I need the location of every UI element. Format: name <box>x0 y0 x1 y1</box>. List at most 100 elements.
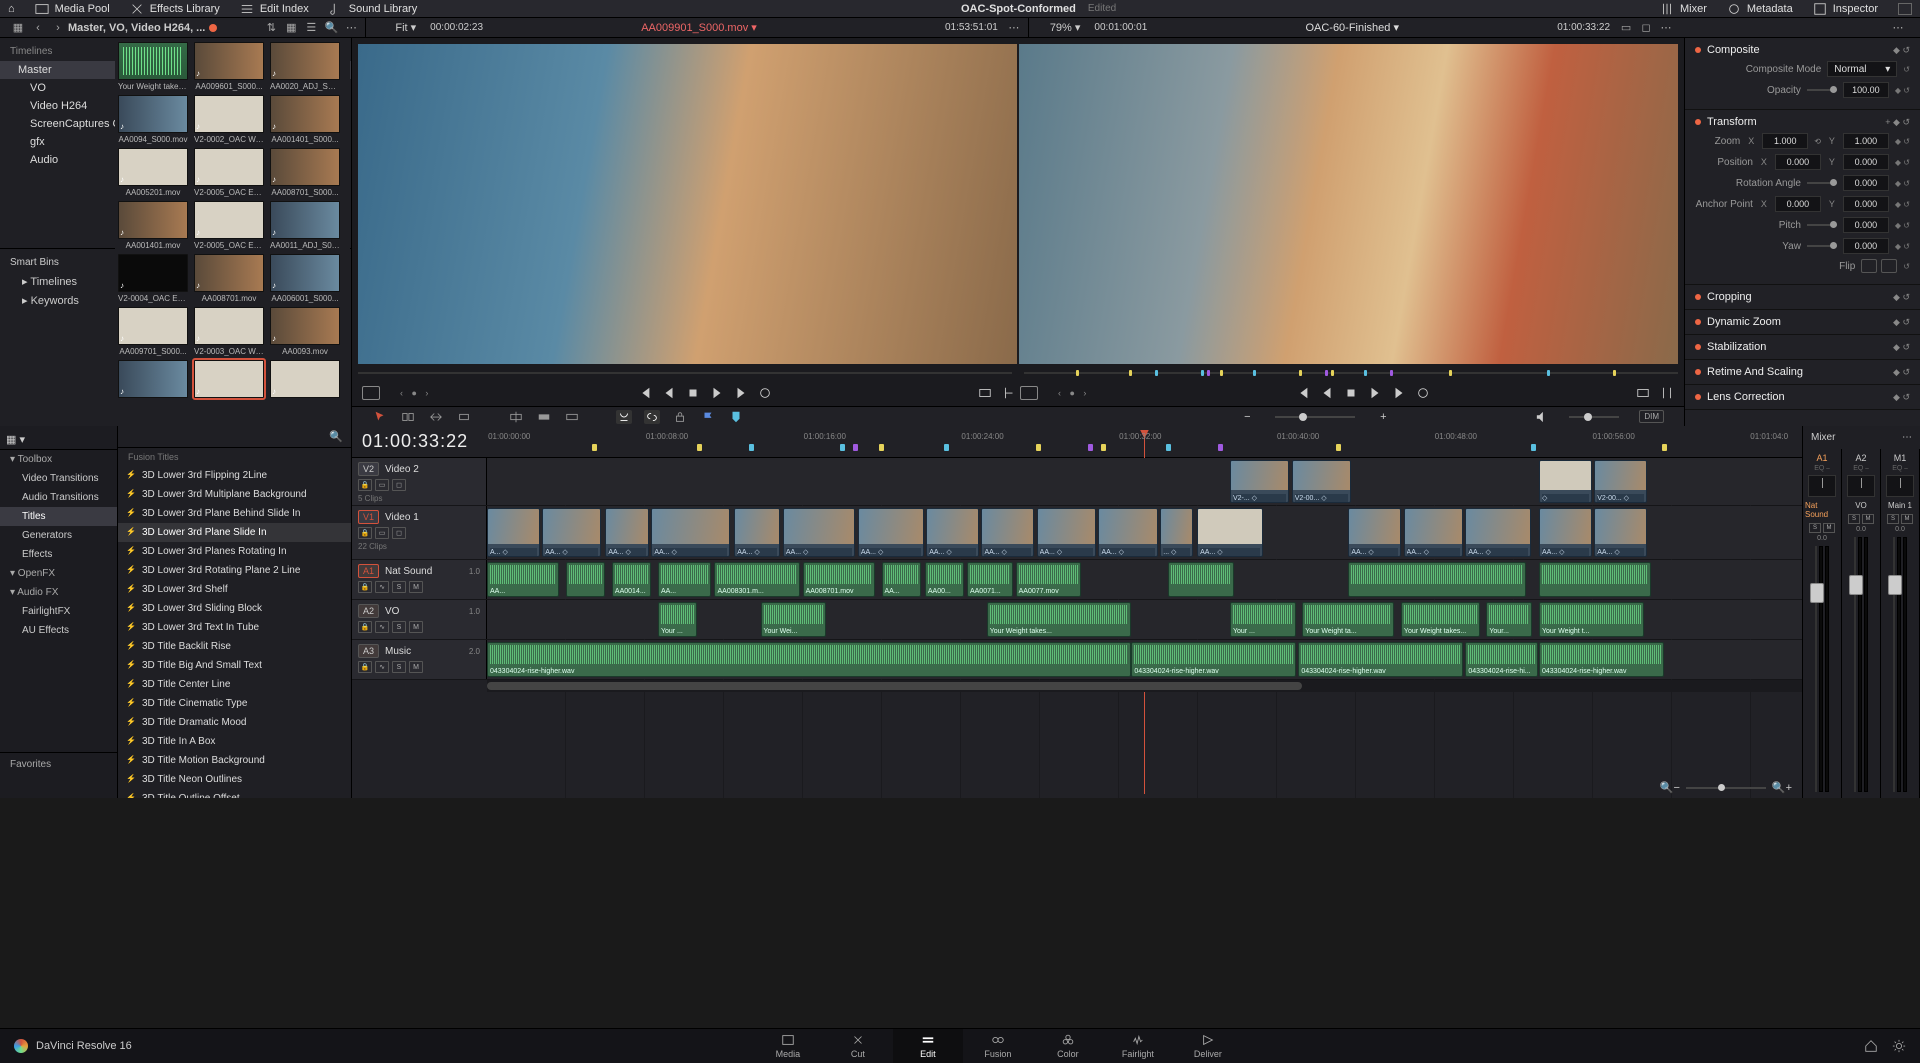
options-icon[interactable]: ⋯ <box>343 20 359 36</box>
mixer-channel[interactable]: A2EQ ⎯VOSM0.0 <box>1842 449 1881 798</box>
fx-group[interactable]: ▾ Toolbox <box>0 450 117 469</box>
video-clip[interactable]: AA... ◇ <box>926 508 979 557</box>
audio-clip[interactable]: Your Weight ta... <box>1302 602 1394 637</box>
media-thumb[interactable]: ♪V2-0002_OAC We... <box>193 95 265 144</box>
inspector-options-icon[interactable]: ⋯ <box>1890 20 1906 36</box>
a3-lock[interactable]: 🔒 <box>358 661 372 673</box>
mixer-channel[interactable]: A1EQ ⎯Nat SoundSM0.0 <box>1803 449 1842 798</box>
nav-fwd-icon[interactable]: › <box>50 20 66 36</box>
fx-title-item[interactable]: 3D Title Motion Background <box>118 751 351 770</box>
tab-inspector[interactable]: Inspector <box>1813 2 1878 16</box>
solo-button[interactable]: S <box>1848 514 1860 524</box>
fx-title-item[interactable]: 3D Lower 3rd Planes Rotating In <box>118 542 351 561</box>
rot-v[interactable]: 0.000 <box>1843 175 1889 191</box>
media-thumb[interactable]: ♪AA0093.mov <box>269 307 341 356</box>
settings-gear-icon[interactable] <box>1892 1039 1906 1053</box>
fx-title-item[interactable]: 3D Lower 3rd Flipping 2Line <box>118 466 351 485</box>
fx-title-item[interactable]: 3D Lower 3rd Text In Tube <box>118 618 351 637</box>
fx-group[interactable]: ▾ OpenFX <box>0 564 117 583</box>
dim-button[interactable]: DIM <box>1639 410 1664 423</box>
fader[interactable] <box>1815 546 1817 792</box>
src-mark-in-icon[interactable] <box>1002 386 1016 400</box>
video-clip[interactable]: AA... ◇ <box>605 508 648 557</box>
insp-section[interactable]: Lens Correction◆ ↺ <box>1695 391 1910 403</box>
timeline-marker[interactable] <box>1101 444 1106 451</box>
media-thumb[interactable]: ♪ <box>193 360 265 400</box>
timeline-marker[interactable] <box>1662 444 1667 451</box>
video-clip[interactable]: AA... ◇ <box>783 508 855 557</box>
video-clip[interactable]: AA... ◇ <box>1465 508 1531 557</box>
timeline-marker[interactable] <box>879 444 884 451</box>
fx-category[interactable]: Titles <box>0 507 117 526</box>
arrow-tool-icon[interactable] <box>372 410 388 424</box>
timeline-scrollbar[interactable] <box>487 682 1302 690</box>
tl-zoom-out[interactable]: 🔍− <box>1660 781 1680 794</box>
vol-slider[interactable] <box>1569 416 1619 418</box>
page-cut[interactable]: Cut <box>823 1029 893 1063</box>
blade-tool-icon[interactable] <box>456 410 472 424</box>
anchor-x[interactable]: 0.000 <box>1775 196 1821 212</box>
audio-clip[interactable]: Your Weight takes... <box>987 602 1132 637</box>
tab-effects-library[interactable]: Effects Library <box>130 2 220 16</box>
list-view-icon[interactable]: ☰ <box>303 20 319 36</box>
src-play-icon[interactable] <box>710 386 724 400</box>
audio-clip[interactable]: AA0071... <box>967 562 1013 597</box>
media-thumb[interactable]: ♪ <box>117 360 189 400</box>
trim-tool-icon[interactable] <box>400 410 416 424</box>
timeline-timecode[interactable]: 01:00:33:22 <box>362 431 468 452</box>
v2-lock[interactable]: 🔒 <box>358 479 372 491</box>
media-thumb[interactable]: ♪V2-0005_OAC End ... <box>193 148 265 197</box>
video-clip[interactable]: AA... ◇ <box>1404 508 1463 557</box>
video-clip[interactable]: AA... ◇ <box>1037 508 1096 557</box>
composite-mode-select[interactable]: Normal▾ <box>1827 61 1897 77</box>
video-clip[interactable]: ◇ <box>1539 460 1592 503</box>
mute-button[interactable]: M <box>1901 514 1913 524</box>
media-thumb[interactable]: ♪AA006001_S000... <box>269 254 341 303</box>
mixer-channel[interactable]: M1EQ ⎯Main 1SM0.0 <box>1881 449 1920 798</box>
marker-icon[interactable] <box>728 410 744 424</box>
media-thumb[interactable]: ♪AA005201.mov <box>117 148 189 197</box>
audio-clip[interactable] <box>566 562 605 597</box>
audio-clip[interactable]: 043304024-rise-higher.wav <box>1298 642 1462 677</box>
a2-mute[interactable]: M <box>409 621 423 633</box>
media-thumb[interactable]: ♪V2-0004_OAC End ... <box>117 254 189 303</box>
zoom-x[interactable]: 1.000 <box>1762 133 1808 149</box>
media-thumb[interactable]: ♪V2-0003_OAC We... <box>193 307 265 356</box>
a2-curve[interactable]: ∿ <box>375 621 389 633</box>
fx-search-icon[interactable]: 🔍 <box>329 430 343 443</box>
page-deliver[interactable]: Deliver <box>1173 1029 1243 1063</box>
insp-section[interactable]: Dynamic Zoom◆ ↺ <box>1695 316 1910 328</box>
track-badge-v1[interactable]: V1 <box>358 510 379 524</box>
media-thumb[interactable]: ♪AA008701_S000... <box>269 148 341 197</box>
dynamic-trim-icon[interactable] <box>428 410 444 424</box>
video-clip[interactable]: AA... ◇ <box>734 508 780 557</box>
tab-mixer[interactable]: Mixer <box>1660 2 1707 16</box>
tl-zoom-in[interactable]: 🔍+ <box>1772 781 1792 794</box>
fx-category[interactable]: Generators <box>0 526 117 545</box>
overwrite-icon[interactable] <box>536 410 552 424</box>
audio-clip[interactable]: AA008701.mov <box>803 562 875 597</box>
fx-title-item[interactable]: 3D Title Center Line <box>118 675 351 694</box>
audio-clip[interactable]: Your Weight t... <box>1539 602 1644 637</box>
sort-icon[interactable]: ⇅ <box>263 20 279 36</box>
zoom-y[interactable]: 1.000 <box>1843 133 1889 149</box>
audio-clip[interactable]: Your Wei... <box>761 602 827 637</box>
pgm-first-icon[interactable] <box>1296 386 1310 400</box>
src-prev-icon[interactable] <box>662 386 676 400</box>
fx-title-item[interactable]: 3D Lower 3rd Shelf <box>118 580 351 599</box>
page-fusion[interactable]: Fusion <box>963 1029 1033 1063</box>
audio-clip[interactable]: AA008301.m... <box>714 562 799 597</box>
solo-button[interactable]: S <box>1809 523 1821 533</box>
v1-lock[interactable]: 🔒 <box>358 527 372 539</box>
src-next-icon[interactable] <box>734 386 748 400</box>
audio-clip[interactable]: 043304024-rise-higher.wav <box>1131 642 1295 677</box>
mute-button[interactable]: M <box>1823 523 1835 533</box>
media-thumb[interactable]: ♪AA001401.mov <box>117 201 189 250</box>
mute-button[interactable]: M <box>1862 514 1874 524</box>
video-clip[interactable]: AA... ◇ <box>1594 508 1647 557</box>
insp-transform-header[interactable]: Transform+ ◆ ↺ <box>1695 116 1910 128</box>
page-media[interactable]: Media <box>753 1029 823 1063</box>
video-clip[interactable]: AA... ◇ <box>1539 508 1592 557</box>
media-thumb[interactable]: ♪V2-0005_OAC End ... <box>193 201 265 250</box>
tab-metadata[interactable]: Metadata <box>1727 2 1793 16</box>
